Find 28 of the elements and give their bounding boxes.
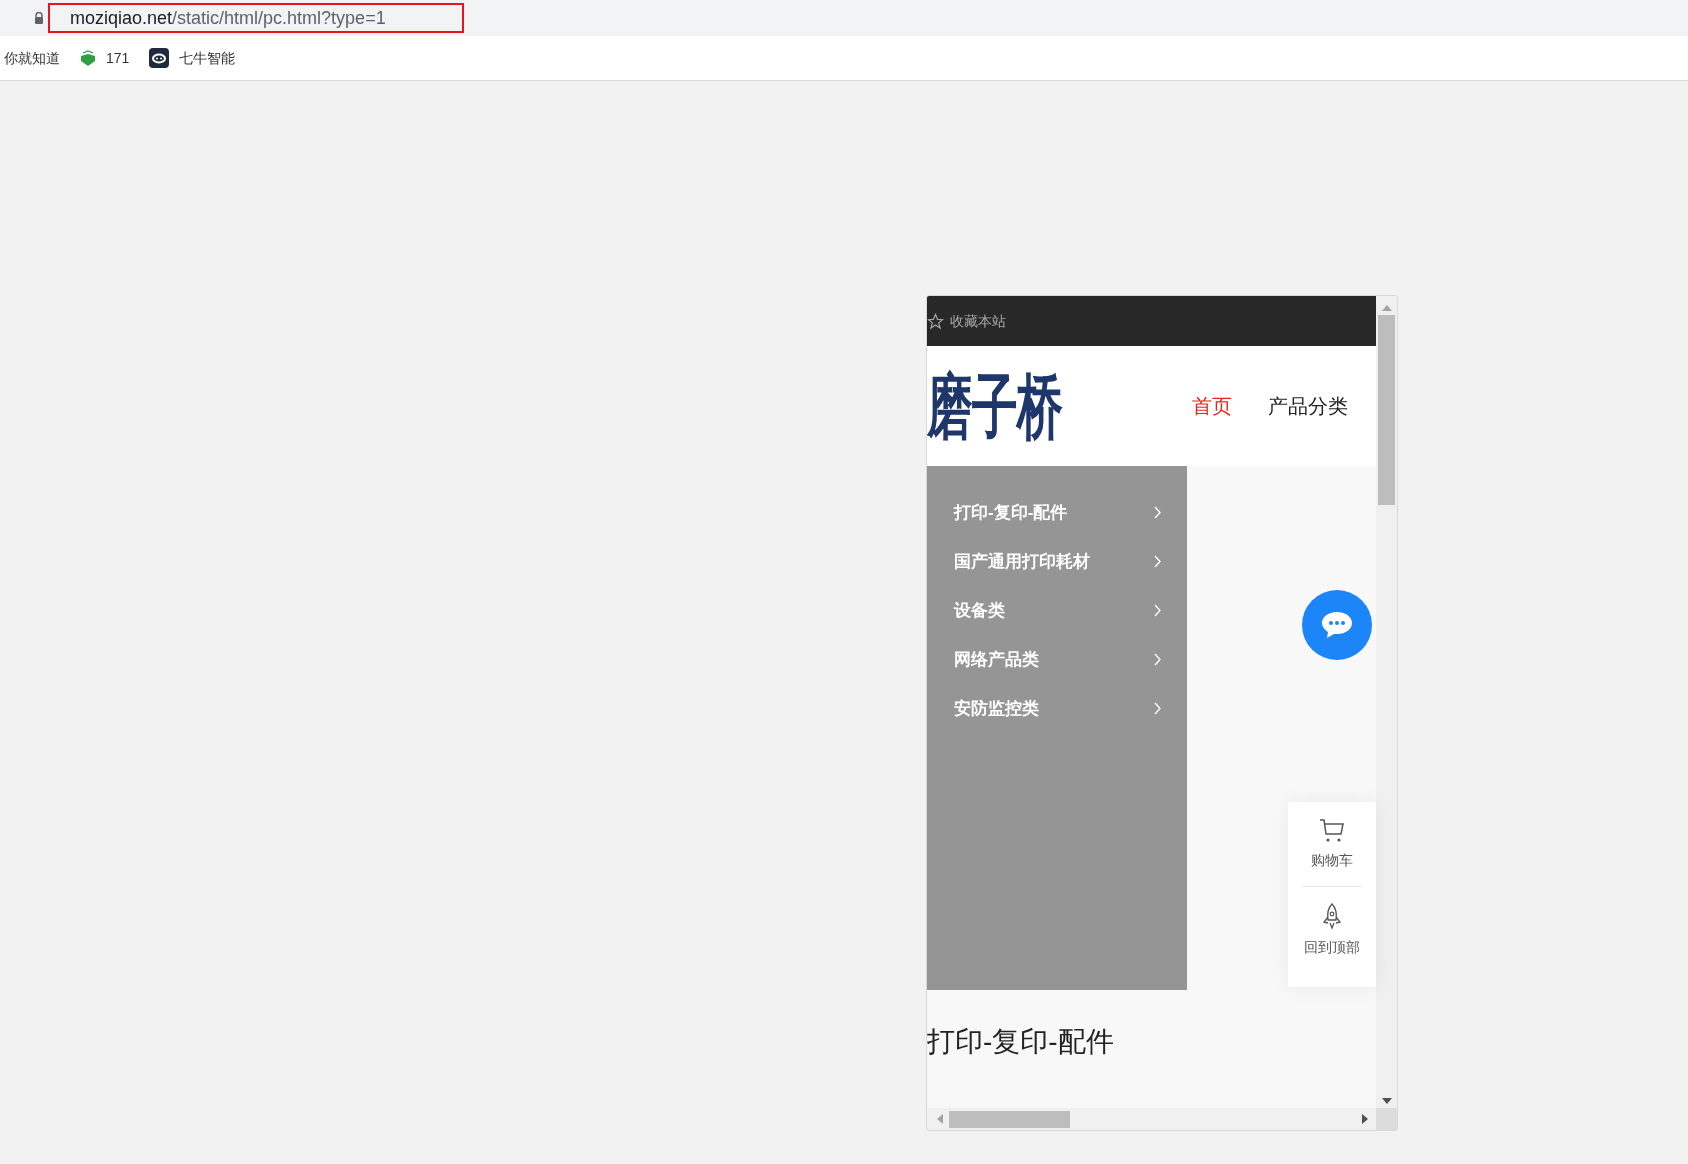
chat-bubble-icon	[1320, 610, 1354, 640]
chevron-right-icon	[1154, 555, 1161, 568]
bookmark-link[interactable]: 171	[80, 47, 130, 69]
scroll-left-arrow-icon[interactable]	[937, 1114, 943, 1124]
star-icon	[927, 312, 944, 330]
address-field[interactable]: moziqiao.net/static/html/pc.html?type=1	[48, 3, 464, 33]
chevron-right-icon	[1154, 506, 1161, 519]
scroll-down-arrow-icon[interactable]	[1381, 1098, 1392, 1104]
rocket-icon	[1322, 903, 1342, 931]
cart-icon	[1319, 818, 1345, 844]
scroll-right-arrow-icon[interactable]	[1362, 1114, 1368, 1124]
bookmark-link[interactable]: 七牛智能	[149, 47, 236, 69]
nav-link[interactable]: 首页	[1192, 391, 1232, 421]
section-title: 打印-复印-配件	[927, 1025, 1114, 1059]
float-panel-button[interactable]: 购物车	[1302, 802, 1362, 887]
bookmark-link[interactable]: 你就知道	[4, 47, 60, 69]
chevron-right-icon	[1154, 653, 1161, 666]
lock-icon	[34, 12, 44, 24]
bookmark-site-link[interactable]: 收藏本站	[927, 310, 1006, 332]
scroll-up-arrow-icon[interactable]	[1381, 305, 1392, 311]
scrollbar-thumb[interactable]	[949, 1110, 1070, 1128]
scrollbar-thumb[interactable]	[1378, 315, 1395, 505]
robot-icon	[149, 48, 170, 68]
float-panel-button[interactable]: 回到顶部	[1302, 887, 1362, 958]
chevron-right-icon	[1154, 604, 1161, 617]
shield-icon	[80, 49, 96, 67]
chevron-right-icon	[1154, 702, 1161, 715]
nav-link[interactable]: 产品分类	[1268, 391, 1348, 421]
